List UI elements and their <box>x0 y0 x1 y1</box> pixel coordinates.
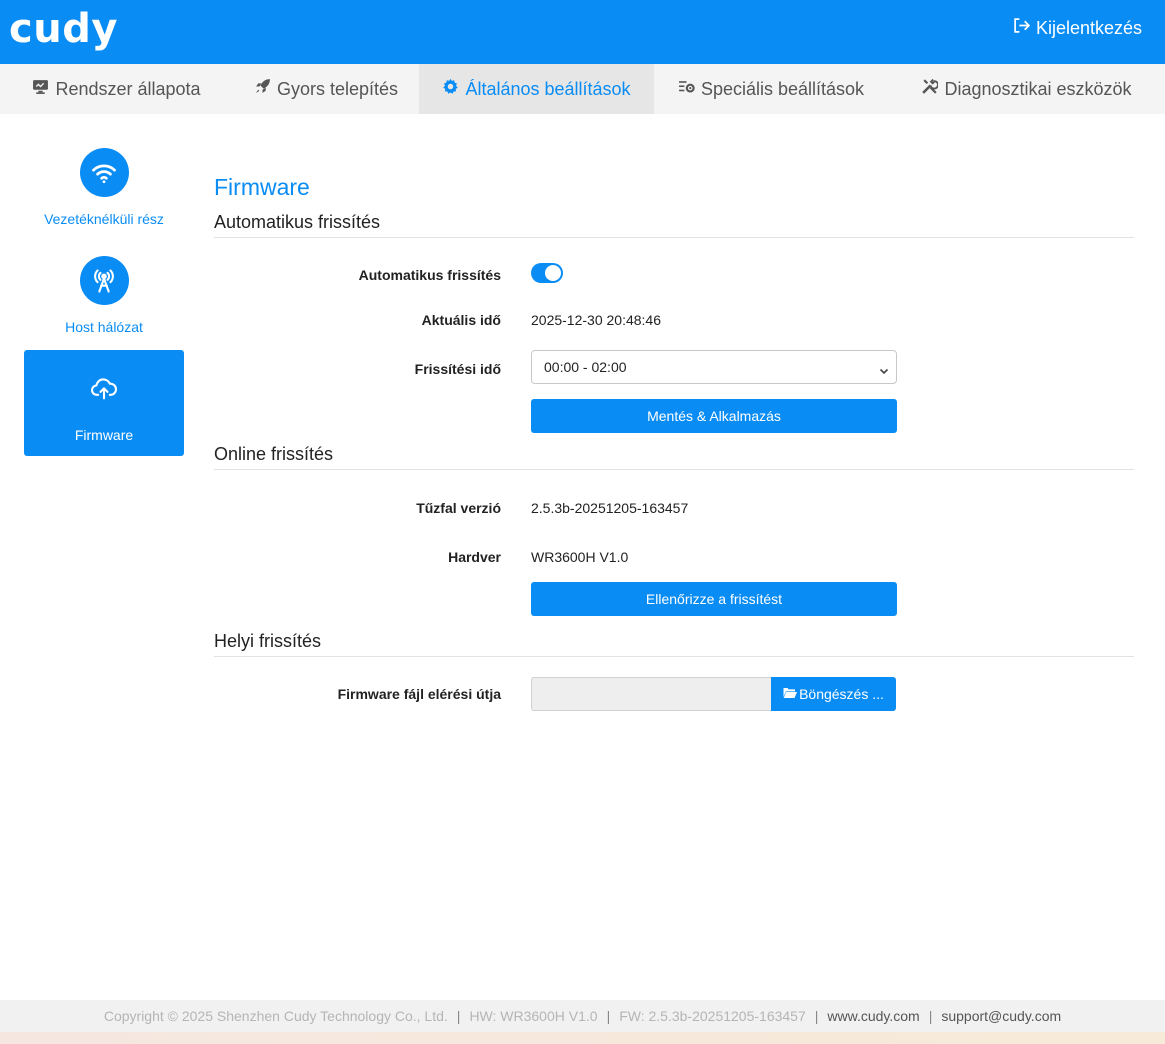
page-title: Firmware <box>214 174 310 200</box>
tab-system-status[interactable]: Rendszer állapota <box>0 64 233 114</box>
settings-sidebar: Vezetéknélküli rész Host hálózat Firmwar… <box>24 134 184 458</box>
tab-label: Gyors telepítés <box>276 78 399 99</box>
footer-fw: FW: 2.5.3b-20251205-163457 <box>619 1008 806 1024</box>
browse-button[interactable]: Böngészés ... <box>771 677 896 711</box>
file-path-row: Firmware fájl elérési útja Böngészés ... <box>214 677 1134 725</box>
save-apply-button[interactable]: Mentés & Alkalmazás <box>531 399 897 433</box>
online-update-section-title: Online frissítés <box>214 444 1134 470</box>
local-update-section-title: Helyi frissítés <box>214 631 1134 657</box>
cudy-logo[interactable]: cudy <box>9 6 118 52</box>
cloud-upload-icon <box>80 364 129 413</box>
footer-separator: | <box>814 1008 819 1024</box>
tab-advanced-settings[interactable]: Speciális beállítások <box>654 64 888 114</box>
current-time-row: Aktuális idő 2025-12-30 20:48:46 <box>214 298 1134 346</box>
sidebar-item-label: Vezetéknélküli rész <box>44 211 164 227</box>
footer-separator: | <box>928 1008 933 1024</box>
tab-label: Speciális beállítások <box>700 78 865 99</box>
chevron-down-icon <box>879 363 889 375</box>
update-time-select[interactable]: 00:00 - 02:00 <box>531 350 897 384</box>
rocket-icon <box>254 78 271 100</box>
hardware-label: Hardver <box>448 549 501 565</box>
firmware-panel: Firmware Automatikus frissítés Automatik… <box>214 174 1134 725</box>
auto-update-toggle[interactable] <box>531 263 563 283</box>
footer: Copyright © 2025 Shenzhen Cudy Technolog… <box>0 1000 1165 1032</box>
main-nav-tabs: Rendszer állapota Gyors telepítés Általá… <box>0 64 1165 114</box>
footer-hw: HW: WR3600H V1.0 <box>469 1008 598 1024</box>
tab-quick-setup[interactable]: Gyors telepítés <box>233 64 419 114</box>
sidebar-item-host-network[interactable]: Host hálózat <box>24 242 184 348</box>
tab-diagnostic-tools[interactable]: Diagnosztikai eszközök <box>888 64 1165 114</box>
footer-separator: | <box>456 1008 461 1024</box>
gear-icon <box>442 78 459 100</box>
logout-icon <box>1013 17 1031 39</box>
update-time-row: Frissítési idő 00:00 - 02:00 <box>214 346 1134 394</box>
hardware-row: Hardver WR3600H V1.0 <box>214 531 1134 581</box>
update-time-label: Frissítési idő <box>414 361 501 377</box>
current-time-value: 2025-12-30 20:48:46 <box>531 312 661 328</box>
auto-update-row: Automatikus frissítés <box>214 250 1134 298</box>
sidebar-item-wireless[interactable]: Vezetéknélküli rész <box>24 134 184 240</box>
footer-copyright: Copyright © 2025 Shenzhen Cudy Technolog… <box>103 1008 448 1024</box>
tab-label: Rendszer állapota <box>55 78 201 99</box>
top-bar: cudy Kijelentkezés <box>0 0 1165 64</box>
auto-update-section-title: Automatikus frissítés <box>214 212 1134 238</box>
firmware-version-value: 2.5.3b-20251205-163457 <box>531 500 689 516</box>
save-row: Mentés & Alkalmazás <box>214 394 1134 437</box>
auto-update-label: Automatikus frissítés <box>358 267 501 283</box>
antenna-icon <box>79 256 129 305</box>
firmware-version-row: Tűzfal verzió 2.5.3b-20251205-163457 <box>214 483 1134 531</box>
tab-general-settings[interactable]: Általános beállítások <box>419 64 654 114</box>
folder-open-icon <box>783 686 798 702</box>
bottom-strip <box>0 1032 1165 1044</box>
sidebar-item-label: Firmware <box>74 427 134 443</box>
sliders-gear-icon <box>678 78 695 100</box>
file-path-input[interactable] <box>531 677 772 711</box>
check-update-row: Ellenőrizze a frissítést <box>214 581 1134 624</box>
wifi-icon <box>79 148 129 197</box>
footer-website-link[interactable]: www.cudy.com <box>827 1008 919 1024</box>
toggle-knob <box>545 265 561 281</box>
firmware-version-label: Tűzfal verzió <box>416 500 501 516</box>
footer-separator: | <box>606 1008 611 1024</box>
footer-support-email-link[interactable]: support@cudy.com <box>941 1008 1061 1024</box>
logout-button[interactable]: Kijelentkezés <box>1013 17 1142 39</box>
sidebar-item-firmware[interactable]: Firmware <box>24 350 184 456</box>
browse-label: Böngészés ... <box>799 686 884 702</box>
tools-icon <box>921 78 940 100</box>
check-update-button[interactable]: Ellenőrizze a frissítést <box>531 582 897 616</box>
monitor-icon <box>32 78 49 100</box>
file-path-label: Firmware fájl elérési útja <box>337 686 501 702</box>
sidebar-item-label: Host hálózat <box>65 319 143 335</box>
tab-label: Diagnosztikai eszközök <box>944 78 1132 99</box>
hardware-value: WR3600H V1.0 <box>531 549 629 565</box>
current-time-label: Aktuális idő <box>421 312 501 328</box>
update-time-value: 00:00 - 02:00 <box>544 359 627 375</box>
logout-label: Kijelentkezés <box>1035 17 1142 38</box>
tab-label: Általános beállítások <box>465 78 631 99</box>
